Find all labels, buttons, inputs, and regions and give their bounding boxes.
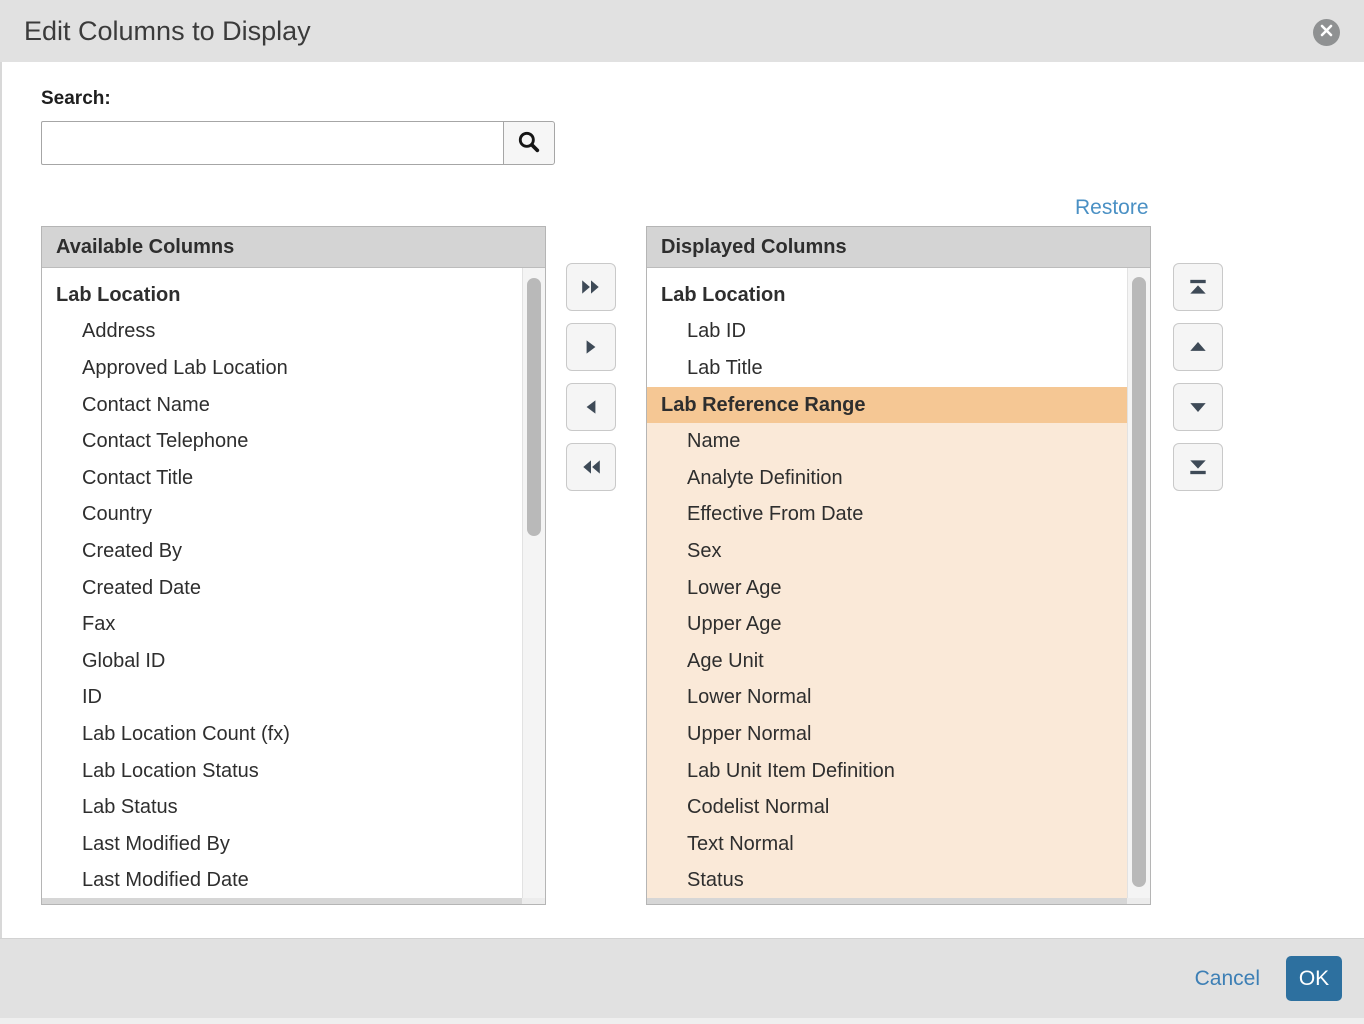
available-columns-body: Lab LocationAddressApproved Lab Location… — [42, 268, 545, 904]
available-scrollbar-thumb[interactable] — [527, 278, 541, 536]
move-up-button[interactable] — [1173, 323, 1223, 371]
list-item[interactable]: Global ID — [42, 643, 522, 680]
displayed-scrollbar-thumb[interactable] — [1132, 277, 1146, 887]
list-item[interactable]: Codelist Normal — [647, 789, 1127, 826]
list-item[interactable]: Contact Telephone — [42, 423, 522, 460]
displayed-scrollbar-track[interactable] — [1127, 268, 1150, 898]
dialog-bottom-strip — [0, 1018, 1364, 1024]
move-to-bottom-button[interactable] — [1173, 443, 1223, 491]
list-item[interactable]: Lab Unit Item Definition — [647, 753, 1127, 790]
list-item[interactable]: Effective From Date — [647, 497, 1127, 534]
list-item[interactable]: Lab Location Status — [42, 753, 522, 790]
list-item[interactable]: Contact Title — [42, 460, 522, 497]
list-item[interactable]: Lab Status — [42, 789, 522, 826]
available-hscrollbar[interactable] — [42, 898, 522, 904]
available-list: Lab LocationAddressApproved Lab Location… — [42, 268, 522, 898]
list-item[interactable]: Age Unit — [647, 643, 1127, 680]
arrow-down-icon — [1187, 396, 1209, 418]
close-icon — [1319, 23, 1334, 43]
list-item[interactable]: Created By — [42, 533, 522, 570]
list-item[interactable]: Approved Lab Location — [42, 350, 522, 387]
restore-link[interactable]: Restore — [1075, 196, 1149, 220]
move-all-left-button[interactable] — [566, 443, 616, 491]
displayed-scroll-corner — [1127, 898, 1150, 904]
list-item[interactable]: Lab Reference Range — [647, 387, 1127, 424]
arrow-up-icon — [1187, 336, 1209, 358]
move-all-right-button[interactable] — [566, 263, 616, 311]
list-item[interactable]: Last Modified By — [42, 826, 522, 863]
list-item[interactable]: Analyte Definition — [647, 460, 1127, 497]
list-item[interactable]: Name — [647, 423, 1127, 460]
list-item[interactable]: Upper Normal — [647, 716, 1127, 753]
search-input[interactable] — [41, 121, 504, 165]
dialog-title: Edit Columns to Display — [24, 0, 311, 62]
search-icon — [517, 130, 541, 157]
list-item[interactable]: Sex — [647, 533, 1127, 570]
list-item[interactable]: Last Modified Date — [42, 863, 522, 899]
list-item[interactable]: Lab Location — [647, 277, 1127, 314]
available-columns-title: Available Columns — [42, 227, 545, 268]
list-item[interactable]: Upper Age — [647, 606, 1127, 643]
dialog-left-edge — [0, 62, 2, 1024]
move-to-bottom-icon — [1187, 456, 1209, 478]
list-item[interactable]: Contact Name — [42, 387, 522, 424]
move-right-button[interactable] — [566, 323, 616, 371]
move-to-top-icon — [1187, 276, 1209, 298]
list-item[interactable]: Lab Location Count (fx) — [42, 716, 522, 753]
arrow-right-icon — [580, 336, 602, 358]
list-item[interactable]: Lower Normal — [647, 680, 1127, 717]
double-arrow-left-icon — [580, 456, 602, 478]
list-item[interactable]: Lab Location — [42, 277, 522, 314]
list-item[interactable]: ID — [42, 680, 522, 717]
double-arrow-right-icon — [580, 276, 602, 298]
list-item[interactable]: Lab ID — [647, 314, 1127, 351]
list-item[interactable]: Status — [647, 863, 1127, 899]
list-item[interactable]: Lab Title — [647, 350, 1127, 387]
search-button[interactable] — [503, 121, 555, 165]
move-to-top-button[interactable] — [1173, 263, 1223, 311]
search-label: Search: — [41, 88, 111, 110]
available-scrollbar-track[interactable] — [522, 268, 545, 898]
list-item[interactable]: Country — [42, 497, 522, 534]
available-columns-panel: Available Columns Lab LocationAddressApp… — [41, 226, 546, 905]
close-button[interactable] — [1313, 19, 1340, 46]
list-item[interactable]: Address — [42, 314, 522, 351]
list-item[interactable]: Text Normal — [647, 826, 1127, 863]
displayed-columns-title: Displayed Columns — [647, 227, 1150, 268]
displayed-list: Lab LocationLab IDLab TitleLab Reference… — [647, 268, 1127, 898]
dialog-footer: Cancel OK — [0, 938, 1364, 1018]
dialog-header: Edit Columns to Display — [0, 0, 1364, 62]
list-item[interactable]: Fax — [42, 606, 522, 643]
displayed-hscrollbar[interactable] — [647, 898, 1127, 904]
move-left-button[interactable] — [566, 383, 616, 431]
displayed-columns-body: Lab LocationLab IDLab TitleLab Reference… — [647, 268, 1150, 904]
ok-button[interactable]: OK — [1286, 956, 1342, 1001]
list-item[interactable]: Lower Age — [647, 570, 1127, 607]
list-item[interactable]: Created Date — [42, 570, 522, 607]
cancel-button[interactable]: Cancel — [1195, 967, 1260, 991]
arrow-left-icon — [580, 396, 602, 418]
displayed-columns-panel: Displayed Columns Lab LocationLab IDLab … — [646, 226, 1151, 905]
move-down-button[interactable] — [1173, 383, 1223, 431]
available-scroll-corner — [522, 898, 545, 904]
